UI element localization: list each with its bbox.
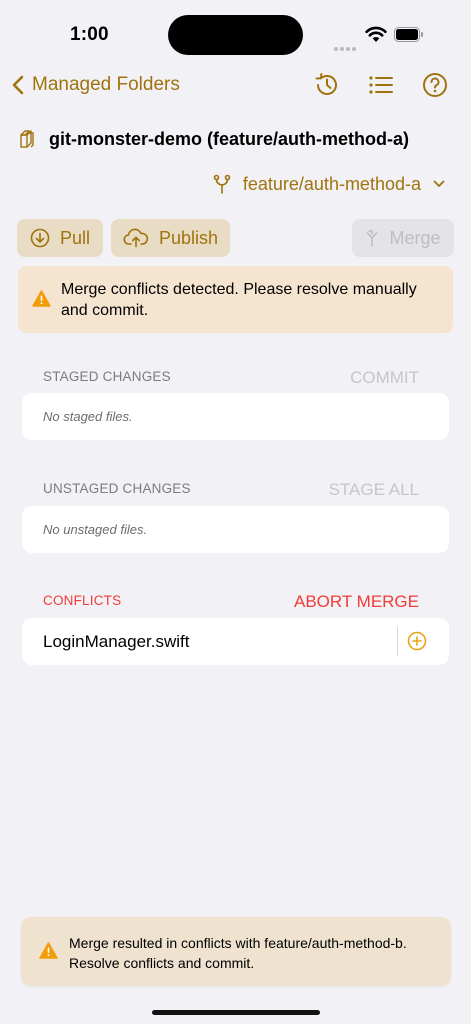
- merge-icon: [367, 230, 378, 247]
- publish-label: Publish: [158, 227, 219, 248]
- row-divider: [397, 627, 398, 656]
- dynamic-island: [168, 15, 303, 55]
- staged-list: No staged files.: [22, 393, 449, 440]
- help-button[interactable]: [420, 70, 450, 100]
- chevron-down-icon: [433, 180, 445, 187]
- warning-icon: [32, 290, 51, 307]
- repo-title: git-monster-demo (feature/auth-method-a): [49, 128, 409, 149]
- cloud-upload-icon: [123, 228, 149, 248]
- conflict-row[interactable]: LoginManager.swift: [22, 618, 449, 665]
- banner-message: Merge conflicts detected. Please resolve…: [61, 281, 417, 319]
- list-button[interactable]: [366, 70, 396, 100]
- back-label: Managed Folders: [32, 74, 180, 95]
- merge-result-toast: Merge resulted in conflicts with feature…: [21, 917, 451, 986]
- warning-icon: [39, 942, 58, 959]
- add-circle-icon[interactable]: [407, 631, 427, 651]
- merge-button[interactable]: Merge: [352, 219, 454, 257]
- chevron-left-icon: [12, 75, 24, 95]
- merge-label: Merge: [389, 227, 441, 248]
- stage-all-button[interactable]: STAGE ALL: [329, 480, 419, 500]
- pull-button[interactable]: Pull: [17, 219, 103, 257]
- pull-label: Pull: [59, 227, 90, 248]
- unstaged-empty-text: No unstaged files.: [43, 522, 148, 537]
- staged-empty-text: No staged files.: [43, 409, 133, 424]
- signal-icon: [334, 38, 358, 56]
- home-indicator: [152, 1010, 320, 1015]
- history-icon: [315, 73, 337, 95]
- conflict-file-name: LoginManager.swift: [43, 632, 190, 651]
- back-button[interactable]: Managed Folders: [12, 70, 180, 100]
- branch-name: feature/auth-method-a: [242, 173, 421, 194]
- unstaged-list: No unstaged files.: [22, 506, 449, 553]
- status-time: 1:00: [70, 24, 109, 45]
- unstaged-header: UNSTAGED CHANGES: [43, 481, 191, 496]
- branch-selector[interactable]: feature/auth-method-a: [213, 170, 445, 198]
- staged-header: STAGED CHANGES: [43, 369, 171, 384]
- download-icon: [30, 228, 50, 248]
- battery-icon: [394, 27, 423, 42]
- wifi-icon: [365, 26, 387, 42]
- conflicts-header: CONFLICTS: [43, 593, 122, 608]
- commit-button[interactable]: COMMIT: [350, 368, 419, 388]
- list-icon: [369, 76, 393, 94]
- abort-merge-button[interactable]: ABORT MERGE: [294, 592, 419, 612]
- help-icon: [423, 73, 447, 97]
- repo-header: git-monster-demo (feature/auth-method-a): [18, 125, 409, 153]
- toast-message: Merge resulted in conflicts with feature…: [69, 935, 407, 971]
- repo-icon: [20, 130, 34, 148]
- history-button[interactable]: [312, 70, 342, 100]
- publish-button[interactable]: Publish: [111, 219, 230, 257]
- branch-icon: [213, 174, 231, 194]
- merge-conflict-banner: Merge conflicts detected. Please resolve…: [18, 266, 453, 333]
